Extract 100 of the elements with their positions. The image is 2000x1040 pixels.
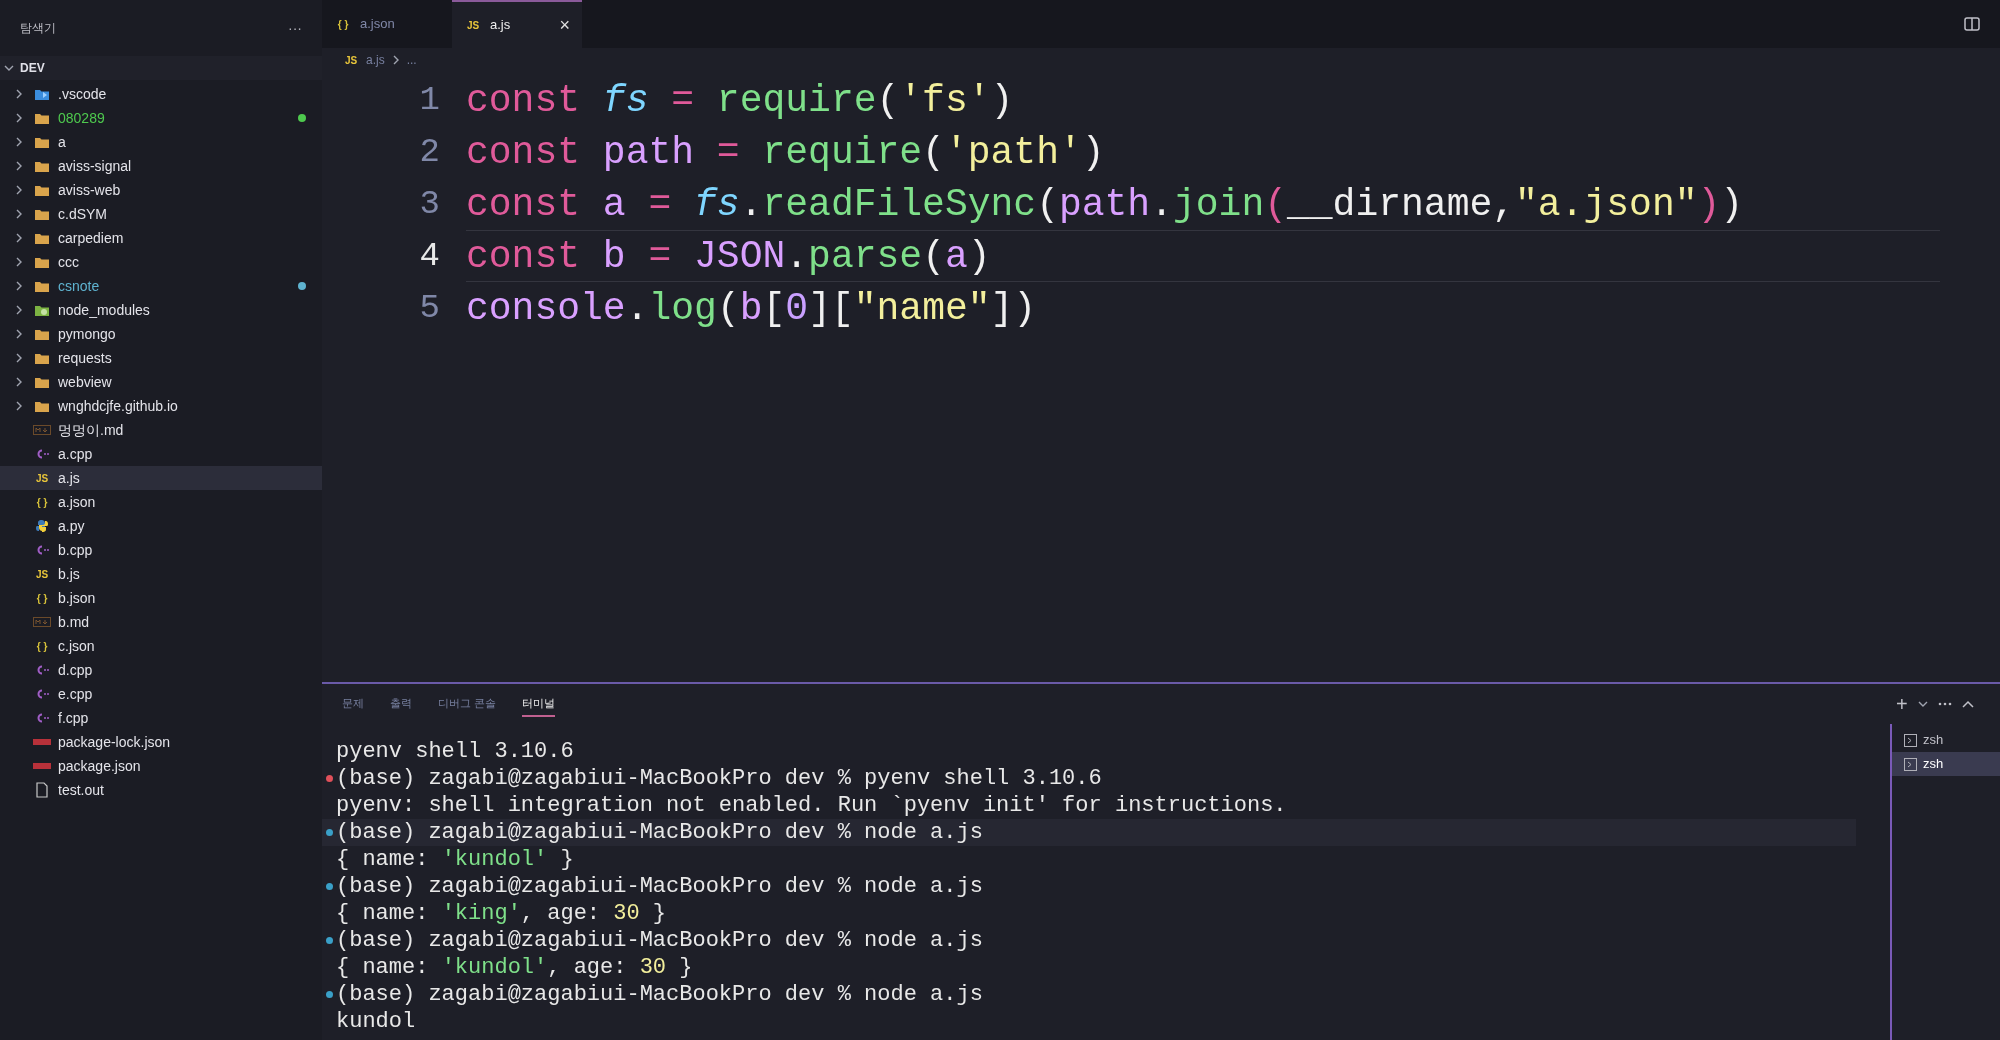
code-line: const fs = require('fs') bbox=[466, 77, 1015, 124]
file-name: b.cpp bbox=[58, 540, 94, 560]
file-name: webview bbox=[58, 372, 113, 392]
file-name: carpediem bbox=[58, 228, 125, 248]
panel-tab[interactable]: 출력 bbox=[390, 690, 412, 718]
file-row[interactable]: b.cpp bbox=[0, 538, 322, 562]
file-name: c.dSYM bbox=[58, 204, 108, 224]
folder-row[interactable]: aviss-web bbox=[0, 178, 322, 202]
folder-row[interactable]: requests bbox=[0, 346, 322, 370]
folder-row[interactable]: 080289 bbox=[0, 106, 322, 130]
folder-icon bbox=[34, 159, 50, 173]
chevron-right-icon bbox=[14, 329, 24, 339]
chevron-right-icon bbox=[14, 353, 24, 363]
file-name: package-lock.json bbox=[58, 732, 172, 752]
file-row[interactable]: 멍멍이.md bbox=[0, 418, 322, 442]
terminal-line: (base) zagabi@zagabiui-MacBookPro dev % node a.js bbox=[336, 873, 983, 901]
panel-tab[interactable]: 터미널 bbox=[522, 690, 556, 718]
chevron-right-icon bbox=[14, 161, 24, 171]
close-tab-button[interactable]: × bbox=[559, 11, 570, 39]
file-row[interactable]: JS b.js bbox=[0, 562, 322, 586]
terminal-instance[interactable]: zsh bbox=[1892, 752, 2000, 776]
chevron-right-icon bbox=[14, 401, 24, 411]
file-name: aviss-web bbox=[58, 180, 122, 200]
folder-row[interactable]: node_modules bbox=[0, 298, 322, 322]
folder-row[interactable]: pymongo bbox=[0, 322, 322, 346]
folder-icon bbox=[34, 87, 50, 101]
new-terminal-button[interactable]: + bbox=[1896, 694, 1908, 714]
folder-row[interactable]: aviss-signal bbox=[0, 154, 322, 178]
file-row[interactable]: f.cpp bbox=[0, 706, 322, 730]
file-name: a.cpp bbox=[58, 444, 94, 464]
terminal-line: { name: 'kundol', age: 30 } bbox=[336, 954, 693, 982]
file-name: b.js bbox=[58, 564, 81, 584]
folder-icon bbox=[34, 375, 50, 389]
file-row[interactable]: d.cpp bbox=[0, 658, 322, 682]
chevron-right-icon bbox=[14, 113, 24, 123]
python-icon bbox=[35, 519, 49, 533]
folder-icon bbox=[34, 135, 50, 149]
folder-row[interactable]: webview bbox=[0, 370, 322, 394]
chevron-right-icon bbox=[14, 185, 24, 195]
file-name: d.cpp bbox=[58, 660, 94, 680]
file-row[interactable]: { } a.json bbox=[0, 490, 322, 514]
folder-icon bbox=[34, 111, 50, 125]
file-row[interactable]: JS a.js bbox=[0, 466, 322, 490]
folder-row[interactable]: c.dSYM bbox=[0, 202, 322, 226]
panel-tab[interactable]: 디버그 콘솔 bbox=[438, 690, 497, 718]
maximize-panel-icon[interactable] bbox=[1961, 700, 1974, 708]
file-type-label: { } bbox=[35, 591, 49, 606]
file-row[interactable]: package.json bbox=[0, 754, 322, 778]
chevron-right-icon bbox=[14, 233, 24, 243]
breadcrumb-file[interactable]: a.js bbox=[366, 51, 385, 69]
folder-icon bbox=[34, 231, 50, 245]
more-icon[interactable] bbox=[1937, 702, 1952, 706]
file-name: test.out bbox=[58, 780, 105, 800]
terminal-line: { name: 'kundol' } bbox=[336, 846, 574, 874]
chevron-down-icon bbox=[1917, 699, 1928, 709]
folder-icon bbox=[34, 399, 50, 413]
file-name: node_modules bbox=[58, 300, 151, 320]
terminal-line: pyenv: shell integration not enabled. Run `pyenv init' for instructions. bbox=[336, 792, 1287, 820]
folder-icon bbox=[34, 303, 50, 317]
file-name: aviss-signal bbox=[58, 156, 133, 176]
folder-icon bbox=[34, 183, 50, 197]
chevron-right-icon bbox=[14, 377, 24, 387]
file-type-label: { } bbox=[336, 17, 350, 32]
file-row[interactable]: { } c.json bbox=[0, 634, 322, 658]
file-name: a.json bbox=[58, 492, 97, 512]
folder-row[interactable]: ccc bbox=[0, 250, 322, 274]
file-row[interactable]: test.out bbox=[0, 778, 322, 802]
sidebar-title: 탐색기 bbox=[20, 20, 56, 37]
file-row[interactable]: a.cpp bbox=[0, 442, 322, 466]
folder-row[interactable]: csnote bbox=[0, 274, 322, 298]
file-type-label: { } bbox=[35, 495, 49, 510]
folder-row[interactable]: .vscode bbox=[0, 82, 322, 106]
file-name: requests bbox=[58, 348, 113, 368]
folder-icon bbox=[34, 255, 50, 269]
file-name: pymongo bbox=[58, 324, 117, 344]
split-editor-icon[interactable] bbox=[1964, 17, 1980, 31]
panel-tab[interactable]: 문제 bbox=[342, 690, 364, 718]
file-row[interactable]: package-lock.json bbox=[0, 730, 322, 754]
file-name: wnghdcjfe.github.io bbox=[58, 396, 179, 416]
line-number: 4 bbox=[418, 235, 440, 277]
file-type-label: JS bbox=[465, 18, 481, 33]
file-row[interactable]: e.cpp bbox=[0, 682, 322, 706]
root-folder-header[interactable]: DEV bbox=[0, 56, 322, 80]
more-actions-button[interactable]: ··· bbox=[288, 17, 302, 39]
terminal-line: { name: 'king', age: 30 } bbox=[336, 900, 667, 928]
chevron-right-icon bbox=[14, 257, 24, 267]
line-number: 1 bbox=[418, 79, 440, 121]
code-line: console.log(b[0]["name"]) bbox=[466, 285, 1038, 332]
file-row[interactable]: b.md bbox=[0, 610, 322, 634]
folder-row[interactable]: carpediem bbox=[0, 226, 322, 250]
file-row[interactable]: a.py bbox=[0, 514, 322, 538]
code-editor[interactable]: 1 const fs = require('fs') 2 const path = require('path') 3 const a = fs.readFileSync(path.join(__dirname,"a.json")) 4 const b = JSON.parse(a) 5 console.log(b[0]["name"]) bbox=[322, 72, 2000, 682]
folder-row[interactable]: wnghdcjfe.github.io bbox=[0, 394, 322, 418]
editor-tab[interactable]: { } a.json bbox=[322, 0, 452, 48]
folder-row[interactable]: a bbox=[0, 130, 322, 154]
breadcrumb-more[interactable]: ... bbox=[406, 51, 417, 69]
terminal-icon bbox=[1904, 733, 1917, 747]
editor-tab[interactable]: JS a.js × bbox=[452, 0, 582, 48]
file-row[interactable]: { } b.json bbox=[0, 586, 322, 610]
file-name: a.py bbox=[58, 516, 86, 536]
